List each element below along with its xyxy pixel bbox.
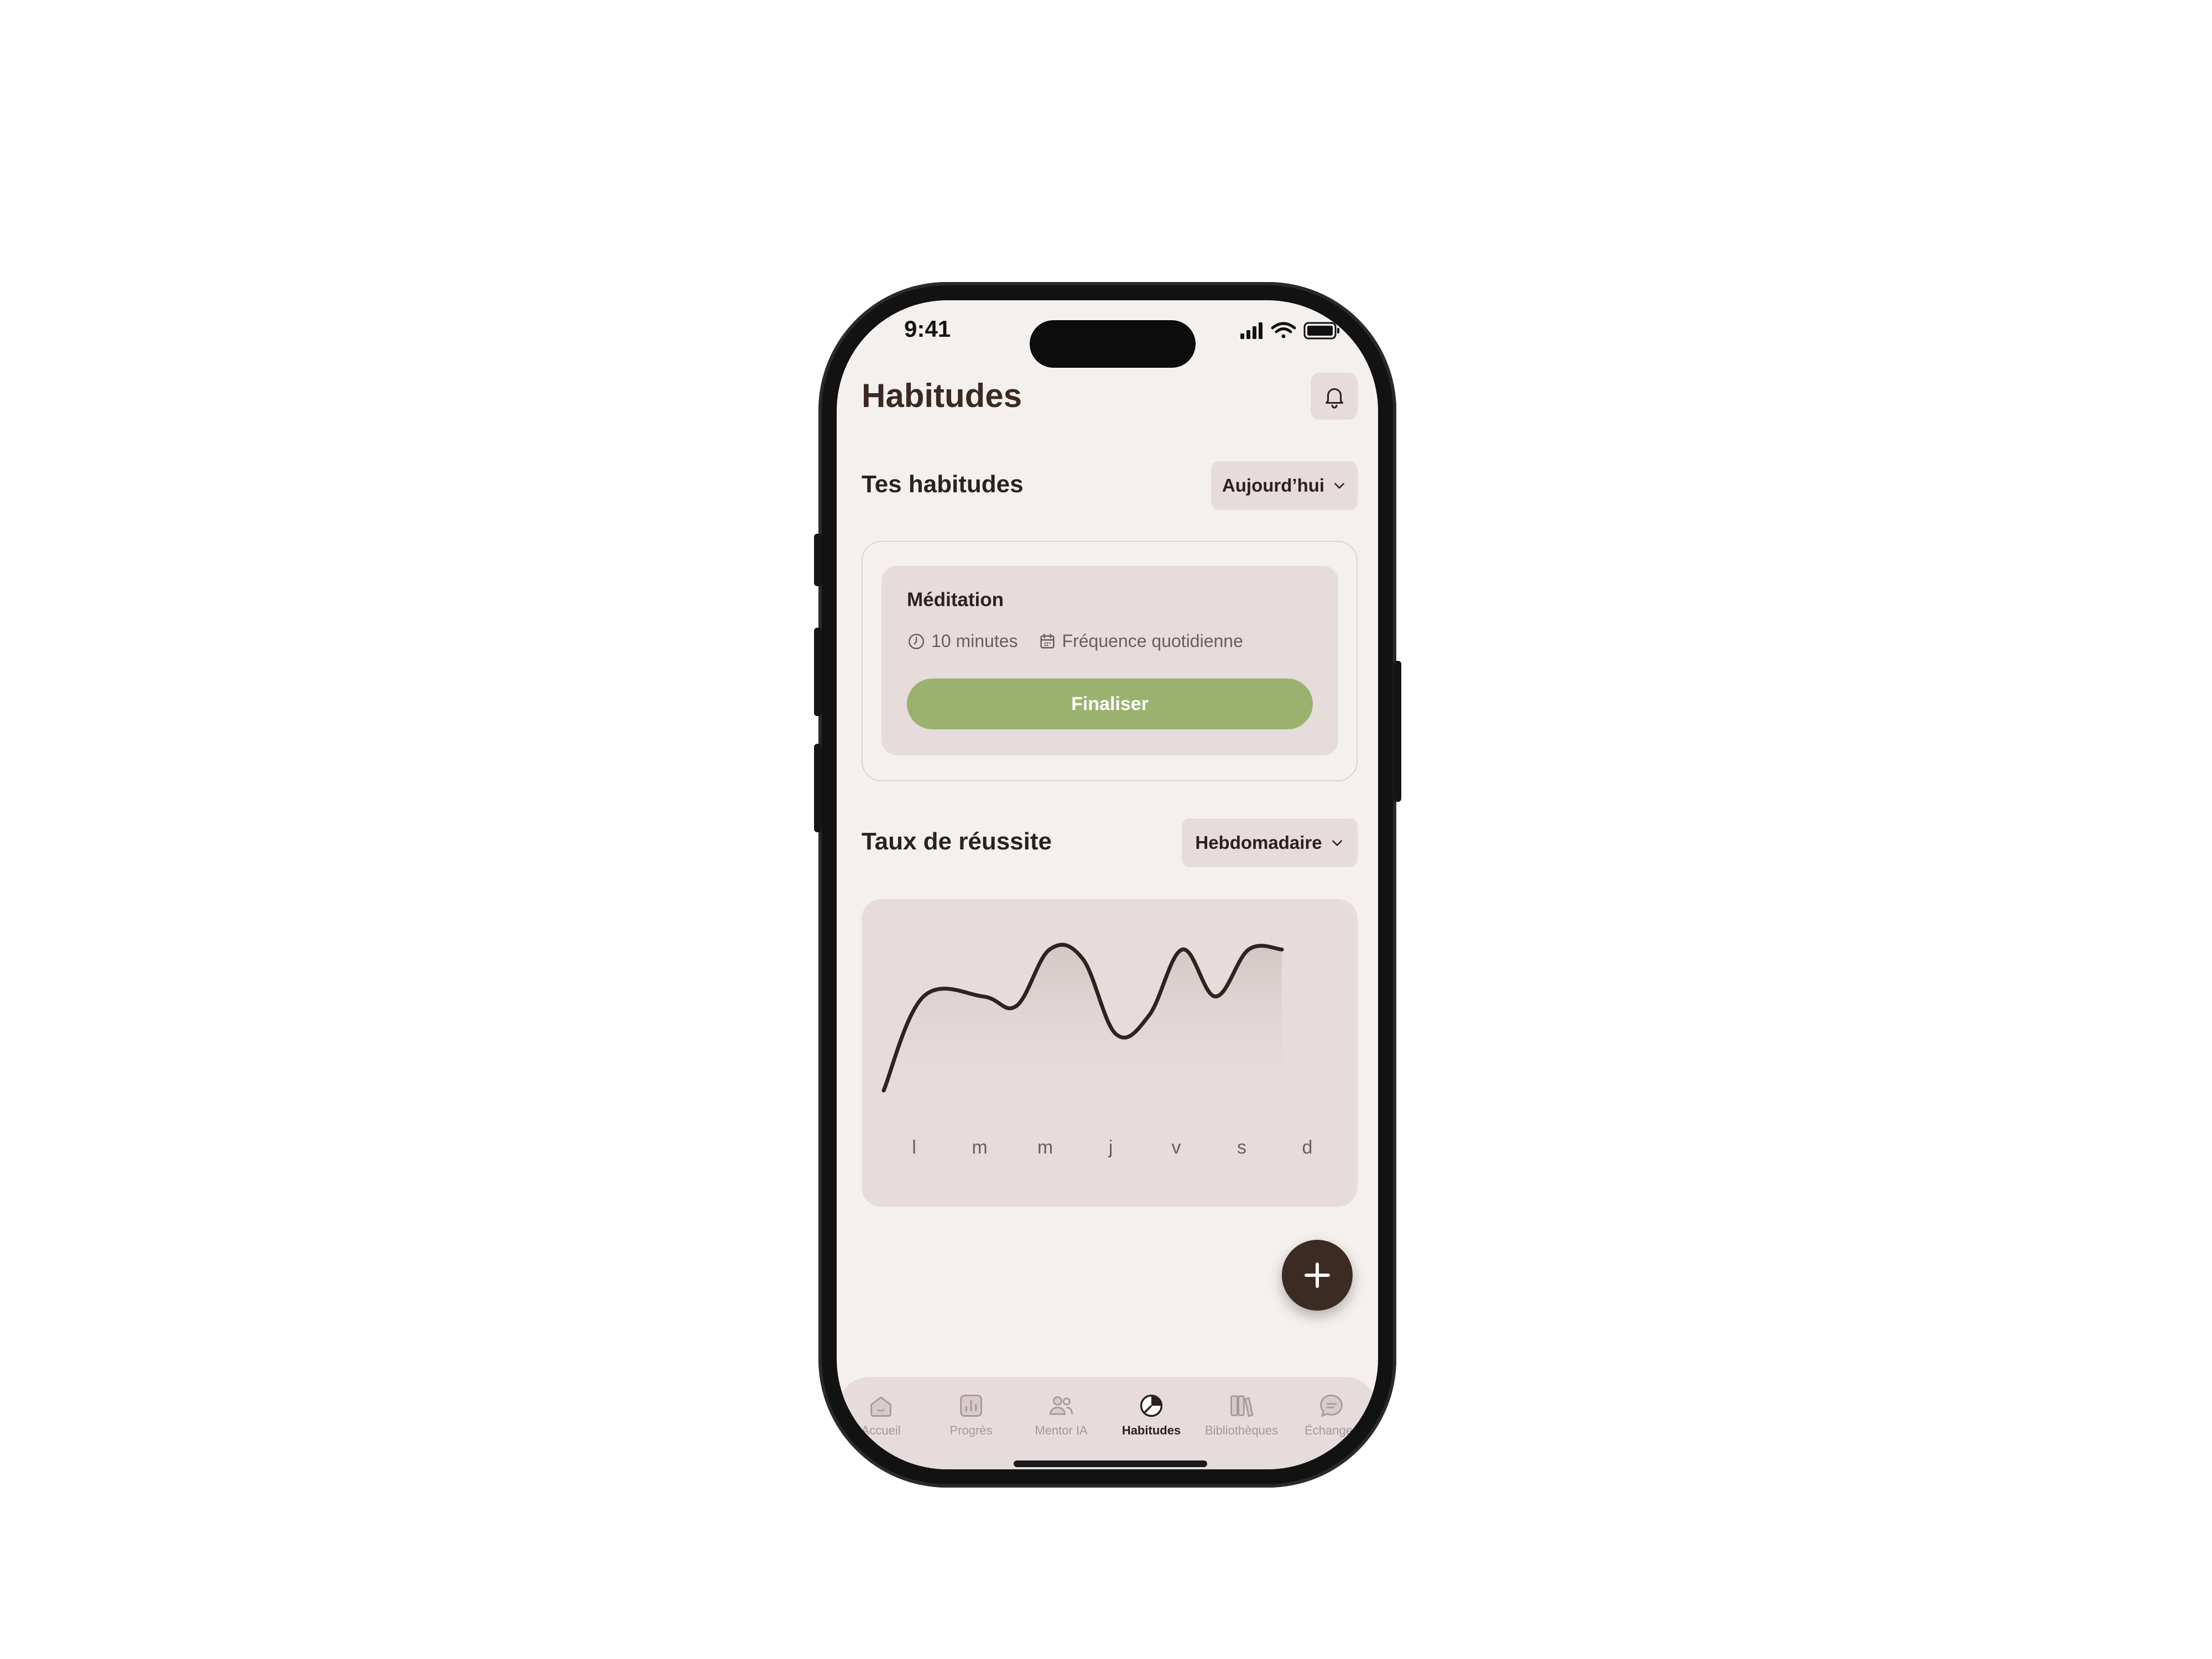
tab-bar: Accueil Progrès Mentor IA Habitudes Bibl…: [837, 1377, 1378, 1469]
tab-label: Progrès: [950, 1423, 993, 1437]
chat-icon: [1320, 1395, 1343, 1417]
tab-bibliotheques[interactable]: Bibliothèques: [1197, 1391, 1286, 1438]
tab-mentor-ia[interactable]: Mentor IA: [1017, 1391, 1105, 1438]
tab-accueil[interactable]: Accueil: [837, 1391, 925, 1438]
success-chart: lmmjvsd: [881, 942, 1313, 1158]
x-tick-label: m: [1037, 1137, 1053, 1158]
x-tick-label: v: [1172, 1137, 1181, 1158]
habits-period-dropdown[interactable]: Aujourd’hui: [1211, 461, 1358, 510]
status-icons: [1240, 322, 1339, 340]
success-period-dropdown[interactable]: Hebdomadaire: [1182, 818, 1358, 867]
x-tick-label: l: [912, 1137, 916, 1158]
clock-icon: [908, 633, 925, 649]
x-tick-label: d: [1302, 1137, 1313, 1158]
success-chart-card: lmmjvsd: [862, 899, 1358, 1207]
tab-label: Accueil: [861, 1423, 901, 1437]
page-title: Habitudes: [862, 377, 1022, 414]
volume-up-button: [814, 628, 822, 716]
home-indicator: [1014, 1460, 1207, 1467]
action-button: [814, 534, 822, 586]
plus-icon: [1305, 1262, 1330, 1288]
add-habit-button[interactable]: [1282, 1240, 1353, 1311]
success-period-label: Hebdomadaire: [1195, 832, 1322, 853]
habits-period-label: Aujourd’hui: [1222, 475, 1325, 495]
battery-icon: [1303, 322, 1339, 340]
finalize-button[interactable]: Finaliser: [907, 679, 1313, 729]
x-tick-label: j: [1108, 1137, 1113, 1158]
power-button: [1394, 661, 1401, 802]
phone-screen: 9:41 Habitudes Tes habitudes Aujourd’hui: [837, 300, 1378, 1469]
tab-label: Bibliothèques: [1204, 1423, 1279, 1437]
tab-label: Habitudes: [1121, 1423, 1181, 1437]
bar-chart-icon: [960, 1395, 982, 1417]
tab-echanges[interactable]: Échanges: [1287, 1391, 1376, 1438]
habit-item[interactable]: Méditation 10 minutes Fréquence quotidie…: [881, 566, 1338, 755]
chart-area: [884, 945, 1282, 1109]
habit-frequency: Fréquence quotidienne: [1062, 631, 1243, 651]
users-icon: [1050, 1396, 1073, 1415]
x-tick-label: s: [1237, 1137, 1246, 1158]
habits-section-title: Tes habitudes: [862, 471, 1024, 498]
calendar-icon: [1040, 633, 1055, 649]
notifications-button[interactable]: [1311, 373, 1358, 420]
success-section-title: Taux de réussite: [862, 828, 1052, 855]
habit-duration: 10 minutes: [931, 631, 1018, 651]
chevron-down-icon: [1334, 483, 1344, 489]
books-icon: [1230, 1395, 1254, 1417]
dynamic-island: [1030, 320, 1196, 368]
chevron-down-icon: [1332, 840, 1342, 846]
pie-chart-icon: [1140, 1394, 1163, 1417]
tab-label: Mentor IA: [1035, 1423, 1088, 1437]
bell-icon: [1325, 388, 1343, 409]
tab-label: Échanges: [1305, 1423, 1359, 1437]
x-tick-label: m: [972, 1137, 987, 1158]
home-icon: [870, 1396, 891, 1417]
wifi-icon: [1271, 322, 1296, 338]
habit-name: Méditation: [907, 589, 1004, 611]
tab-progres[interactable]: Progrès: [927, 1391, 1015, 1438]
signal-icon: [1240, 322, 1262, 339]
habits-card: Méditation 10 minutes Fréquence quotidie…: [862, 541, 1358, 781]
volume-down-button: [814, 744, 822, 832]
habit-meta: 10 minutes Fréquence quotidienne: [907, 631, 1243, 651]
status-time: 9:41: [904, 316, 951, 342]
tab-habitudes[interactable]: Habitudes: [1107, 1391, 1196, 1438]
